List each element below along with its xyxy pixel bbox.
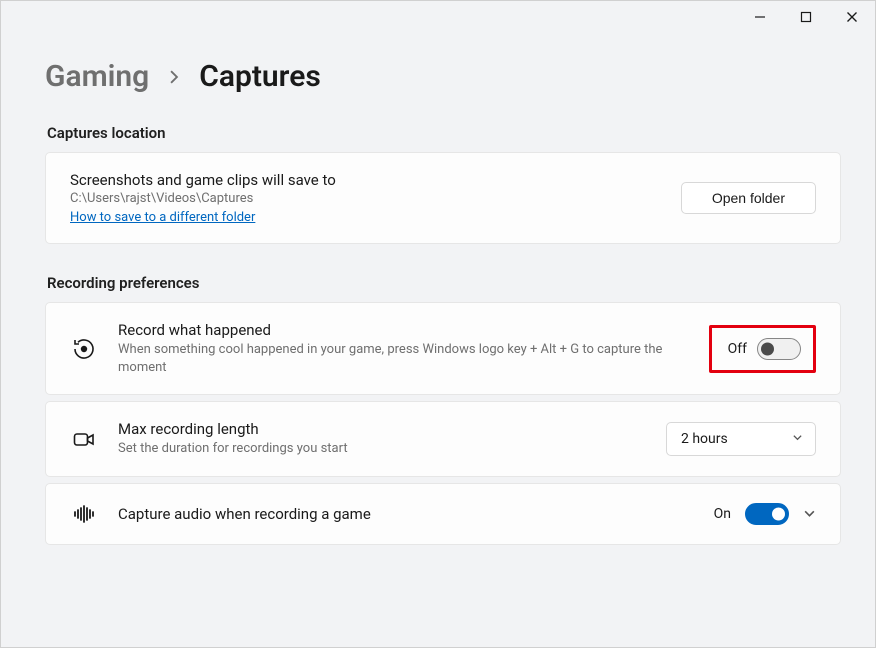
setting-description: When something cool happened in your gam… (118, 341, 689, 376)
chevron-down-icon (792, 431, 803, 447)
card-max-recording-length: Max recording length Set the duration fo… (45, 401, 841, 477)
card-capture-audio[interactable]: Capture audio when recording a game On (45, 483, 841, 545)
minimize-button[interactable] (737, 1, 783, 33)
audio-waveform-icon (70, 502, 98, 526)
breadcrumb: Gaming Captures (45, 59, 841, 94)
history-icon (70, 337, 98, 361)
help-link-different-folder[interactable]: How to save to a different folder (70, 210, 255, 225)
card-captures-location: Screenshots and game clips will save to … (45, 152, 841, 244)
chevron-right-icon (167, 70, 181, 84)
chevron-down-icon[interactable] (803, 507, 816, 520)
breadcrumb-parent[interactable]: Gaming (45, 59, 149, 94)
toggle-record-what-happened[interactable] (757, 338, 801, 360)
select-max-recording-length[interactable]: 2 hours (666, 422, 816, 456)
location-path: C:\Users\rajst\Videos\Captures (70, 191, 661, 206)
window-controls (737, 1, 875, 33)
location-description: Screenshots and game clips will save to (70, 171, 661, 189)
toggle-state-label: Off (728, 341, 747, 357)
page-title: Captures (199, 59, 321, 94)
setting-title: Capture audio when recording a game (118, 505, 694, 523)
section-title-recording: Recording preferences (47, 274, 841, 292)
maximize-button[interactable] (783, 1, 829, 33)
section-title-location: Captures location (47, 124, 841, 142)
video-camera-icon (70, 427, 98, 451)
toggle-capture-audio[interactable] (745, 503, 789, 525)
card-record-what-happened: Record what happened When something cool… (45, 302, 841, 395)
open-folder-button[interactable]: Open folder (681, 182, 816, 214)
close-button[interactable] (829, 1, 875, 33)
highlight-box: Off (709, 325, 816, 373)
select-value: 2 hours (681, 431, 728, 447)
setting-title: Max recording length (118, 420, 646, 438)
setting-description: Set the duration for recordings you star… (118, 440, 646, 458)
setting-title: Record what happened (118, 321, 689, 339)
toggle-state-label: On (714, 506, 731, 522)
